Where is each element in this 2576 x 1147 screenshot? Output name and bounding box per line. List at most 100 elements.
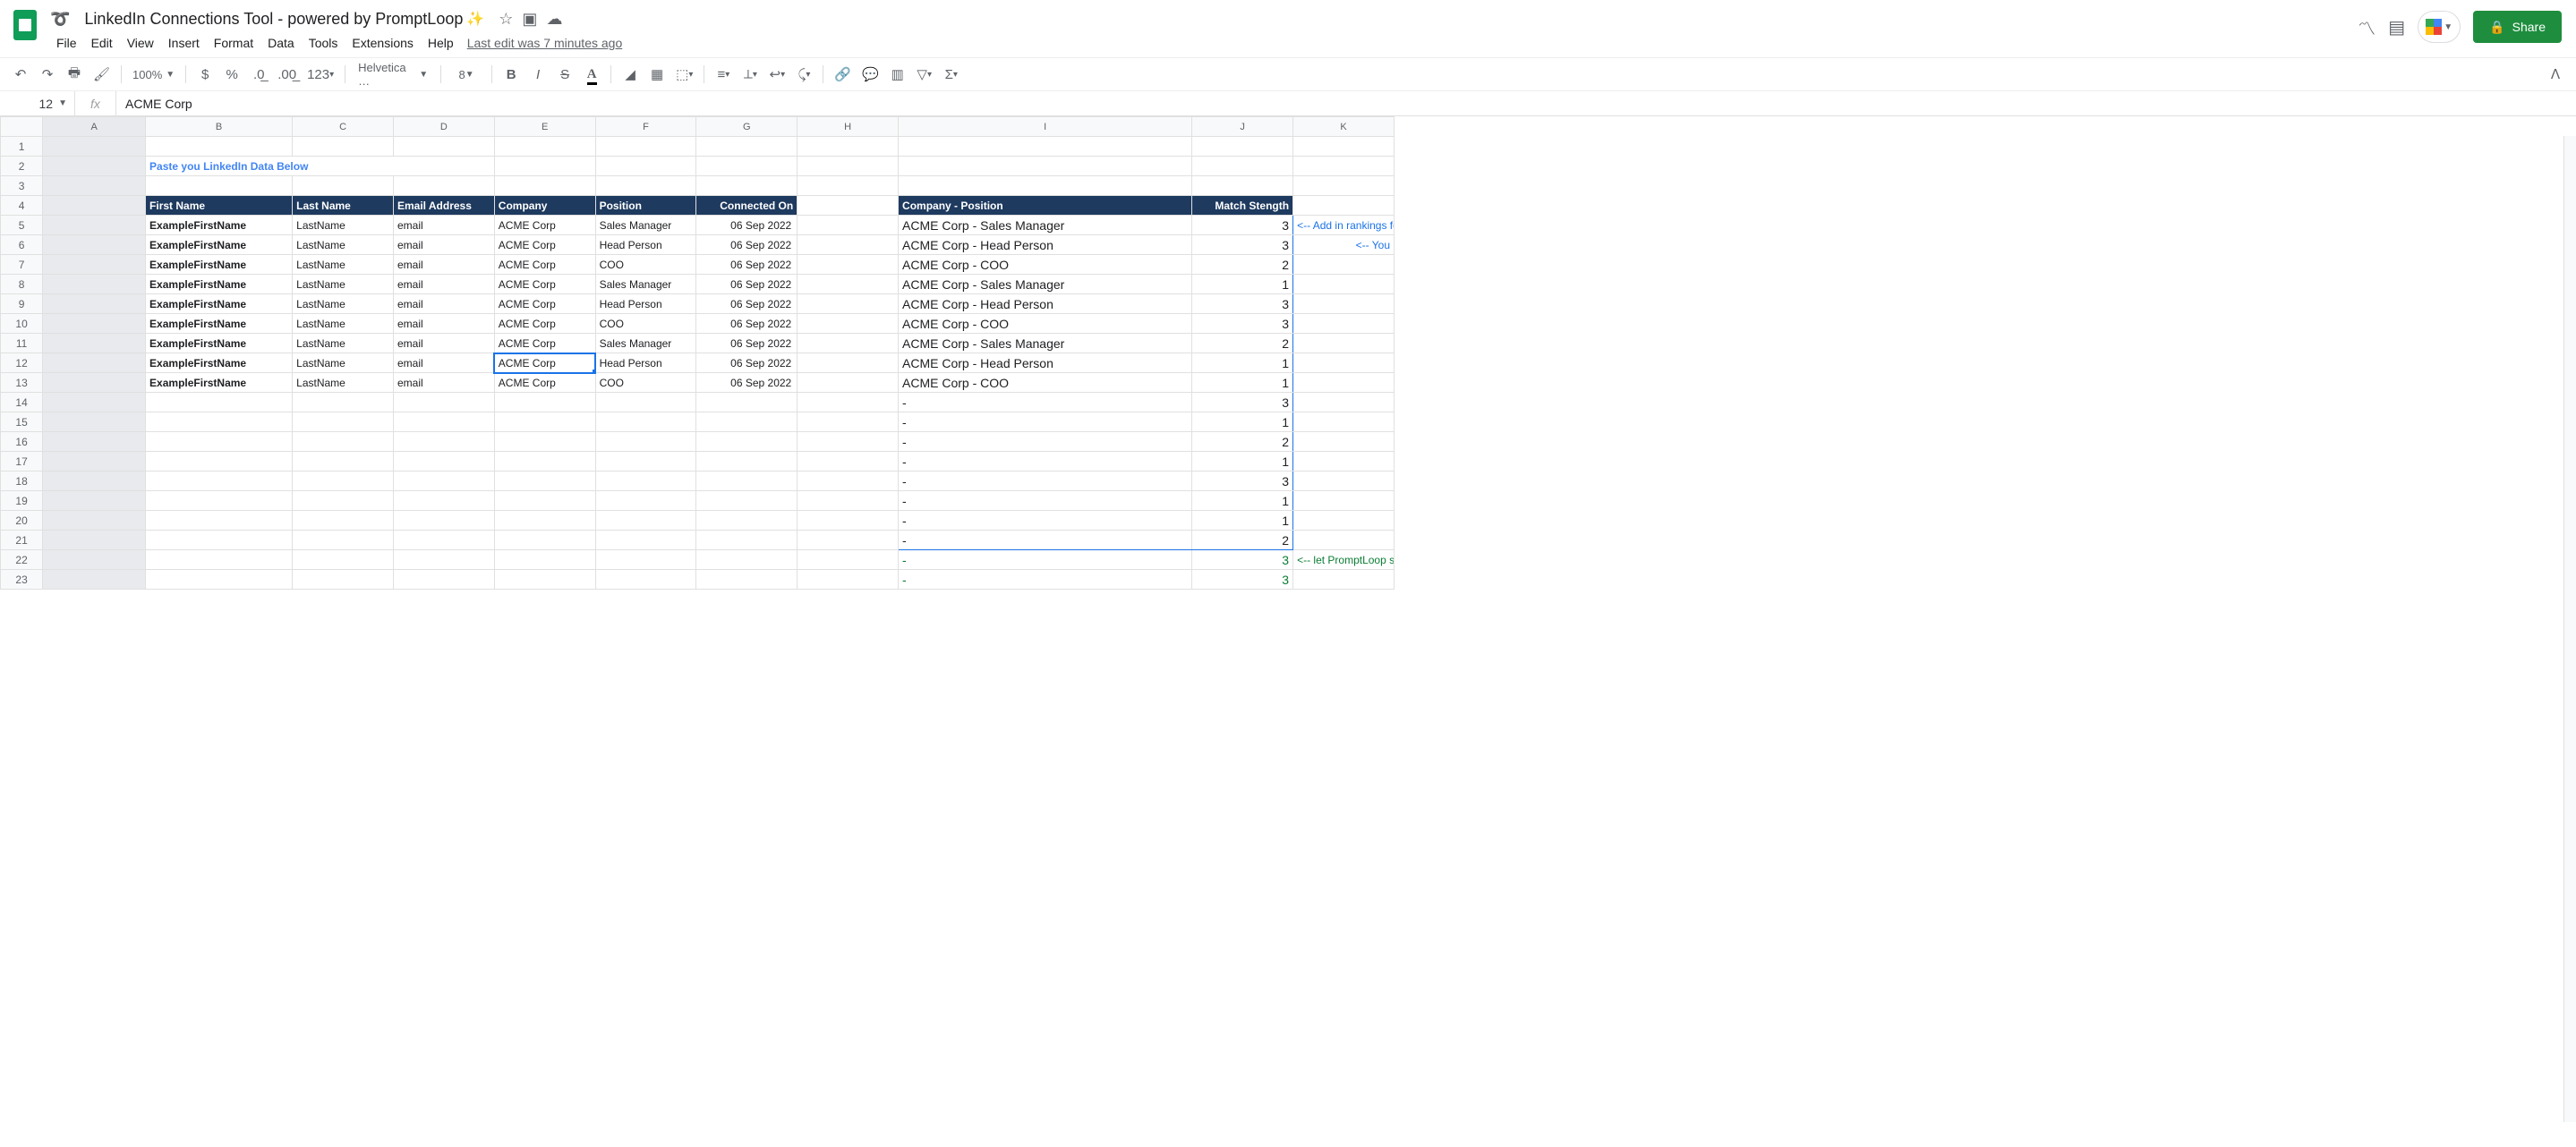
cell[interactable] bbox=[798, 472, 899, 491]
cell-position[interactable]: Sales Manager bbox=[595, 334, 696, 353]
cell[interactable] bbox=[696, 176, 798, 196]
cell-company[interactable]: ACME Corp bbox=[494, 275, 595, 294]
filter-button[interactable]: ▽ ▾ bbox=[913, 63, 936, 86]
cell[interactable] bbox=[798, 255, 899, 275]
cell-position[interactable]: Head Person bbox=[595, 294, 696, 314]
cell[interactable] bbox=[595, 472, 696, 491]
select-all-corner[interactable] bbox=[1, 117, 43, 137]
cell[interactable] bbox=[1293, 196, 1395, 216]
cell-last-name[interactable]: LastName bbox=[293, 216, 394, 235]
cell[interactable] bbox=[43, 176, 146, 196]
cell[interactable] bbox=[595, 531, 696, 550]
cell[interactable] bbox=[146, 472, 293, 491]
header-match[interactable]: Match Stength bbox=[1192, 196, 1293, 216]
cell[interactable] bbox=[696, 491, 798, 511]
cell[interactable] bbox=[798, 176, 899, 196]
cell-match[interactable]: 2 bbox=[1192, 334, 1293, 353]
print-button[interactable]: 🖶 bbox=[63, 63, 86, 86]
cell[interactable] bbox=[43, 196, 146, 216]
cell[interactable] bbox=[798, 137, 899, 157]
col-header-B[interactable]: B bbox=[146, 117, 293, 137]
cell[interactable] bbox=[1293, 137, 1395, 157]
cell-match[interactable]: 1 bbox=[1192, 275, 1293, 294]
cell[interactable] bbox=[43, 235, 146, 255]
row-header[interactable]: 7 bbox=[1, 255, 43, 275]
cell-match[interactable]: 3 bbox=[1192, 314, 1293, 334]
cell-company-position[interactable]: ACME Corp - Head Person bbox=[899, 353, 1192, 373]
italic-button[interactable]: I bbox=[526, 63, 550, 86]
cell[interactable] bbox=[43, 531, 146, 550]
cell-company-position[interactable]: ACME Corp - Head Person bbox=[899, 235, 1192, 255]
sheets-logo[interactable] bbox=[7, 7, 43, 43]
cell-email[interactable]: email bbox=[393, 216, 494, 235]
cell-first-name[interactable]: ExampleFirstName bbox=[146, 255, 293, 275]
cell[interactable] bbox=[798, 157, 899, 176]
cell[interactable] bbox=[696, 531, 798, 550]
row-header[interactable]: 11 bbox=[1, 334, 43, 353]
cell[interactable] bbox=[293, 432, 394, 452]
cell-date[interactable]: 06 Sep 2022 bbox=[696, 216, 798, 235]
col-header-E[interactable]: E bbox=[494, 117, 595, 137]
cell[interactable] bbox=[43, 314, 146, 334]
increase-decimal-button[interactable]: .00̲ bbox=[274, 63, 300, 86]
col-header-J[interactable]: J bbox=[1192, 117, 1293, 137]
vertical-scrollbar[interactable] bbox=[2563, 136, 2576, 1122]
cell[interactable] bbox=[899, 157, 1192, 176]
cell-email[interactable]: email bbox=[393, 275, 494, 294]
cell[interactable] bbox=[43, 412, 146, 432]
cell[interactable] bbox=[146, 511, 293, 531]
cell[interactable] bbox=[798, 531, 899, 550]
cell[interactable] bbox=[293, 472, 394, 491]
header-connected[interactable]: Connected On bbox=[696, 196, 798, 216]
valign-button[interactable]: ⟂ ▾ bbox=[738, 63, 762, 86]
cell-company-position[interactable]: - bbox=[899, 452, 1192, 472]
text-color-button[interactable]: A bbox=[580, 63, 603, 86]
cell[interactable] bbox=[494, 452, 595, 472]
cell[interactable] bbox=[43, 137, 146, 157]
header-first-name[interactable]: First Name bbox=[146, 196, 293, 216]
cell[interactable] bbox=[1293, 570, 1395, 590]
cell-email[interactable]: email bbox=[393, 235, 494, 255]
cell-email[interactable]: email bbox=[393, 314, 494, 334]
cell[interactable] bbox=[293, 137, 394, 157]
col-header-I[interactable]: I bbox=[899, 117, 1192, 137]
row-header[interactable]: 19 bbox=[1, 491, 43, 511]
link-button[interactable]: 🔗 bbox=[831, 63, 855, 86]
cell[interactable] bbox=[1293, 393, 1395, 412]
cell[interactable] bbox=[1293, 176, 1395, 196]
merge-button[interactable]: ⬚ ▾ bbox=[672, 63, 696, 86]
cell[interactable] bbox=[393, 472, 494, 491]
cell-match[interactable]: 3 bbox=[1192, 235, 1293, 255]
cell-match[interactable]: 3 bbox=[1192, 294, 1293, 314]
row-header[interactable]: 6 bbox=[1, 235, 43, 255]
cell[interactable] bbox=[595, 432, 696, 452]
menu-help[interactable]: Help bbox=[422, 32, 460, 54]
row-header[interactable]: 20 bbox=[1, 511, 43, 531]
star-icon[interactable]: ☆ bbox=[499, 10, 513, 29]
cell[interactable] bbox=[494, 511, 595, 531]
cell[interactable] bbox=[43, 275, 146, 294]
cell-match[interactable]: 1 bbox=[1192, 511, 1293, 531]
cell-first-name[interactable]: ExampleFirstName bbox=[146, 294, 293, 314]
row-header[interactable]: 15 bbox=[1, 412, 43, 432]
cell-position[interactable]: Head Person bbox=[595, 235, 696, 255]
cell[interactable] bbox=[798, 432, 899, 452]
functions-button[interactable]: Σ ▾ bbox=[940, 63, 963, 86]
cell[interactable] bbox=[696, 570, 798, 590]
cell[interactable] bbox=[293, 412, 394, 432]
cell[interactable] bbox=[146, 432, 293, 452]
cell[interactable] bbox=[696, 511, 798, 531]
last-edit-link[interactable]: Last edit was 7 minutes ago bbox=[462, 36, 623, 50]
row-header[interactable]: 8 bbox=[1, 275, 43, 294]
menu-file[interactable]: File bbox=[50, 32, 83, 54]
header-company[interactable]: Company bbox=[494, 196, 595, 216]
cell[interactable] bbox=[1293, 452, 1395, 472]
col-header-A[interactable]: A bbox=[43, 117, 146, 137]
cell[interactable] bbox=[393, 491, 494, 511]
cell-email[interactable]: email bbox=[393, 353, 494, 373]
cell-match[interactable]: 1 bbox=[1192, 491, 1293, 511]
cell-match[interactable]: 2 bbox=[1192, 531, 1293, 550]
cell[interactable] bbox=[494, 491, 595, 511]
cell[interactable] bbox=[393, 511, 494, 531]
cell[interactable] bbox=[1293, 412, 1395, 432]
